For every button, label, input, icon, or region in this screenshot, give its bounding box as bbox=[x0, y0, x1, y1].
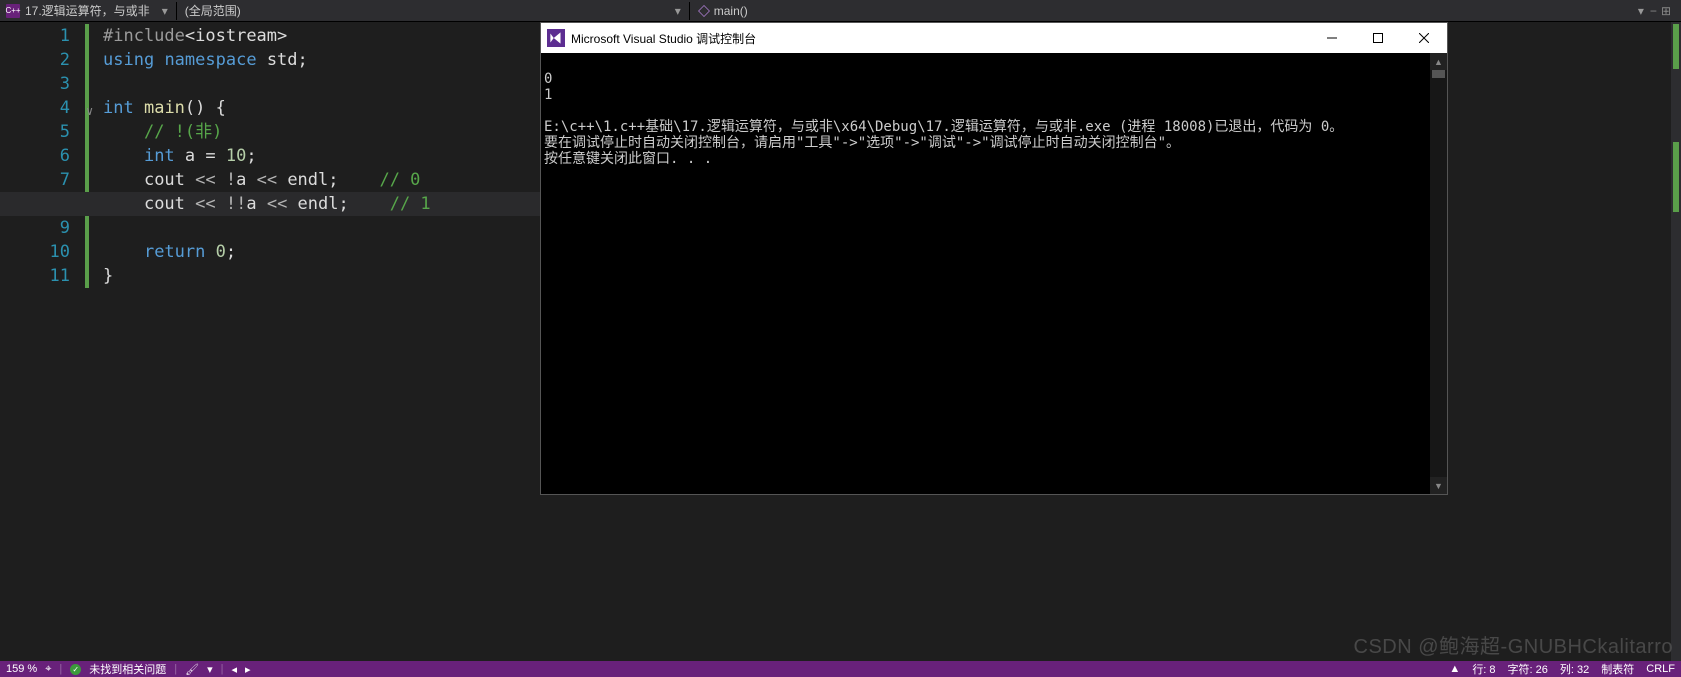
code-line[interactable]: // !(非) bbox=[103, 120, 540, 144]
line-ending[interactable]: CRLF bbox=[1646, 663, 1675, 675]
main-area: 1 2 3 4 5 6 7 8 9 10 11 #include<iostrea… bbox=[0, 22, 1681, 661]
change-indicator bbox=[85, 24, 89, 288]
console-line: 要在调试停止时自动关闭控制台，请启用"工具"->"选项"->"调试"->"调试停… bbox=[544, 135, 1180, 151]
cpp-file-icon: C++ bbox=[6, 4, 20, 18]
function-dropdown[interactable]: main() bbox=[714, 4, 748, 18]
issues-text[interactable]: 未找到相关问题 bbox=[89, 661, 166, 677]
scroll-down-icon[interactable]: ▼ bbox=[1430, 477, 1447, 494]
line-number-gutter: 1 2 3 4 5 6 7 8 9 10 11 bbox=[0, 22, 85, 661]
nav-next-icon[interactable]: ▸ bbox=[245, 663, 251, 676]
status-ok-icon: ✓ bbox=[70, 664, 81, 675]
code-line[interactable]: using namespace std; bbox=[103, 48, 540, 72]
indent-mode[interactable]: 制表符 bbox=[1601, 661, 1634, 677]
change-marker bbox=[1673, 142, 1679, 212]
scroll-thumb[interactable] bbox=[1432, 70, 1445, 78]
console-line: 1 bbox=[544, 87, 552, 103]
nav-prev-icon[interactable]: ◂ bbox=[232, 663, 238, 676]
close-button[interactable] bbox=[1401, 23, 1447, 53]
file-name: 17.逻辑运算符，与或非 bbox=[25, 2, 150, 19]
vs-logo-icon bbox=[547, 29, 565, 47]
scroll-up-icon[interactable]: ▲ bbox=[1430, 53, 1447, 70]
console-line: 按任意键关闭此窗口. . . bbox=[544, 151, 712, 167]
function-dropdown-icon[interactable]: ▾ bbox=[1632, 4, 1650, 18]
minimize-button[interactable] bbox=[1309, 23, 1355, 53]
split-window-icon[interactable]: − bbox=[1650, 4, 1657, 18]
code-line[interactable]: } bbox=[103, 264, 540, 288]
scope-dropdown[interactable]: (全局范围) bbox=[185, 2, 241, 19]
change-marker bbox=[1673, 24, 1679, 69]
file-tab[interactable]: C++ 17.逻辑运算符，与或非 bbox=[0, 0, 156, 21]
line-number: 7 bbox=[0, 168, 70, 192]
code-line[interactable]: int a = 10; bbox=[103, 144, 540, 168]
cursor-col[interactable]: 列: 32 bbox=[1560, 661, 1589, 677]
debug-console-window[interactable]: Microsoft Visual Studio 调试控制台 0 1 E:\c++… bbox=[540, 22, 1448, 495]
nav-up-icon[interactable]: ▲ bbox=[1449, 663, 1460, 675]
console-line: 0 bbox=[544, 71, 552, 87]
code-line[interactable]: cout << !a << endl; // 0 bbox=[103, 168, 540, 192]
line-number: 6 bbox=[0, 144, 70, 168]
file-dropdown-icon[interactable]: ▾ bbox=[156, 4, 174, 18]
console-output[interactable]: 0 1 E:\c++\1.c++基础\17.逻辑运算符，与或非\x64\Debu… bbox=[541, 53, 1447, 494]
zoom-level[interactable]: 159 % bbox=[6, 663, 37, 675]
console-scrollbar[interactable]: ▲ ▼ bbox=[1430, 53, 1447, 494]
console-line: E:\c++\1.c++基础\17.逻辑运算符，与或非\x64\Debug\17… bbox=[544, 119, 1343, 135]
code-line[interactable]: ∨int main() { bbox=[103, 96, 540, 120]
line-number: 4 bbox=[0, 96, 70, 120]
cursor-char[interactable]: 字符: 26 bbox=[1508, 661, 1548, 677]
console-titlebar[interactable]: Microsoft Visual Studio 调试控制台 bbox=[541, 23, 1447, 53]
line-number: 9 bbox=[0, 216, 70, 240]
code-line-current[interactable]: cout << !!a << endl; // 1 bbox=[0, 192, 540, 216]
line-number: 11 bbox=[0, 264, 70, 288]
maximize-button[interactable] bbox=[1355, 23, 1401, 53]
line-number: 5 bbox=[0, 120, 70, 144]
separator bbox=[689, 2, 690, 20]
code-line[interactable] bbox=[103, 72, 540, 96]
brush-icon[interactable]: 🖌 bbox=[185, 663, 199, 675]
scope-dropdown-icon[interactable]: ▾ bbox=[669, 4, 687, 18]
collapse-icon[interactable]: ∨ bbox=[86, 99, 93, 123]
brush-dropdown-icon[interactable]: ▾ bbox=[207, 663, 213, 676]
code-editor[interactable]: 1 2 3 4 5 6 7 8 9 10 11 #include<iostrea… bbox=[0, 22, 540, 661]
line-number: 2 bbox=[0, 48, 70, 72]
function-cube-icon bbox=[698, 5, 710, 17]
separator bbox=[176, 2, 177, 20]
cursor-line[interactable]: 行: 8 bbox=[1472, 661, 1495, 677]
status-bar: 159 % ⌖ | ✓ 未找到相关问题 | 🖌 ▾ | ◂ ▸ ▲ 行: 8 字… bbox=[0, 661, 1681, 677]
code-line[interactable] bbox=[103, 216, 540, 240]
overview-ruler[interactable] bbox=[1671, 22, 1681, 661]
console-title: Microsoft Visual Studio 调试控制台 bbox=[571, 30, 756, 47]
dock-window-icon[interactable]: ⊞ bbox=[1661, 4, 1671, 18]
line-number: 10 bbox=[0, 240, 70, 264]
code-line[interactable]: #include<iostream> bbox=[103, 24, 540, 48]
line-number: 3 bbox=[0, 72, 70, 96]
top-navigation-bar: C++ 17.逻辑运算符，与或非 ▾ (全局范围) ▾ main() ▾ − ⊞ bbox=[0, 0, 1681, 22]
line-number: 1 bbox=[0, 24, 70, 48]
zoom-selector-icon[interactable]: ⌖ bbox=[45, 663, 51, 676]
code-line[interactable]: return 0; bbox=[103, 240, 540, 264]
code-text-area[interactable]: #include<iostream> using namespace std; … bbox=[85, 22, 540, 661]
